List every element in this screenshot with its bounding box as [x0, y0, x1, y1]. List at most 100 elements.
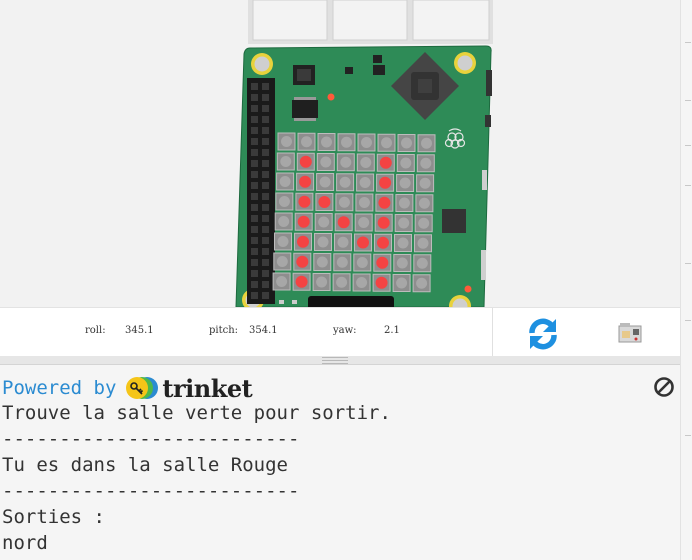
led-off [360, 157, 372, 168]
led-off [278, 196, 290, 207]
gpio-pin [262, 270, 269, 277]
console-line: -------------------------- [2, 480, 300, 502]
led-off [316, 256, 328, 268]
console-line: nord [2, 532, 48, 554]
led-off [318, 216, 330, 228]
led-lit [296, 255, 309, 268]
led-off [336, 256, 348, 268]
gpio-pin [262, 237, 269, 244]
led-lit [378, 196, 391, 209]
clear-console-button[interactable] [653, 376, 675, 398]
led-off [361, 137, 372, 148]
console-line: Trouve la salle verte pour sortir. [2, 402, 391, 424]
right-scroll-gutter [680, 0, 692, 560]
led-lit [379, 176, 392, 189]
led-off [276, 276, 288, 287]
gpio-pin [251, 105, 258, 112]
gpio-pin [251, 292, 258, 299]
led-lit [298, 195, 311, 208]
sense-hat-emulator-view[interactable] [0, 0, 680, 307]
gpio-pin [251, 182, 258, 189]
led-off [399, 177, 411, 189]
gpio-pin [262, 171, 269, 178]
gpio-pin [262, 83, 269, 90]
gpio-pin [251, 171, 258, 178]
gpio-pin [251, 160, 258, 167]
gpio-pin [251, 226, 258, 233]
gpio-pin [262, 105, 269, 112]
roll-label: roll: [85, 325, 106, 336]
splitter-grip[interactable] [322, 357, 348, 364]
gpio-pin [262, 116, 269, 123]
powered-by-text: Powered by [2, 377, 117, 399]
led-lit [337, 216, 350, 229]
gpio-pin [262, 292, 269, 299]
gpio-header [247, 78, 275, 304]
yaw-label: yaw: [333, 325, 357, 336]
led-off [319, 176, 331, 188]
led-off [336, 276, 348, 288]
led-lit [297, 235, 309, 248]
led-lit [318, 196, 331, 208]
led-off [420, 157, 432, 169]
led-off [421, 137, 432, 149]
pitch-label: pitch: [209, 325, 239, 336]
gpio-pin [262, 193, 269, 200]
led-off [400, 157, 412, 169]
refresh-button[interactable] [525, 316, 561, 352]
led-off [396, 257, 408, 269]
console-output-panel: Powered by trinket Trouve la salle verte… [0, 365, 680, 560]
console-line: Sorties : [2, 506, 105, 528]
led-off [316, 276, 328, 288]
led-off [317, 236, 329, 248]
led-off [398, 217, 410, 229]
pitch-value: 354.1 [249, 325, 278, 336]
led-lit [299, 175, 312, 188]
gpio-pin [251, 204, 258, 211]
led-off [416, 257, 428, 269]
led-off [281, 136, 292, 147]
led-off [337, 236, 349, 248]
gpio-pin [262, 226, 269, 233]
led-lit [357, 236, 369, 249]
led-off [398, 197, 410, 209]
led-off [416, 277, 428, 289]
gpio-pin [251, 83, 258, 90]
led-lit [375, 276, 388, 289]
led-off [277, 236, 289, 247]
led-lit [295, 275, 308, 288]
refresh-icon [529, 318, 557, 350]
raspberry-pi-icon [618, 323, 642, 343]
led-off [280, 156, 292, 167]
gpio-pin [262, 182, 269, 189]
led-off [401, 137, 412, 149]
led-lit [299, 155, 312, 168]
panel-splitter[interactable] [0, 356, 680, 365]
led-off [339, 176, 351, 188]
clear-console-icon [654, 377, 674, 397]
led-off [301, 136, 312, 148]
gpio-pin [262, 204, 269, 211]
led-off [278, 216, 290, 227]
gpio-pin [251, 149, 258, 156]
roll-value: 345.1 [125, 325, 154, 336]
led-off [359, 177, 371, 188]
console-line: -------------------------- [2, 428, 300, 450]
raspberry-pi-button[interactable] [616, 320, 644, 348]
gpio-pin [251, 94, 258, 101]
powered-by-trinket[interactable]: Powered by trinket [2, 374, 253, 403]
console-line: Tu es dans la salle Rouge [2, 454, 288, 476]
gpio-pin [262, 94, 269, 101]
led-lit [376, 256, 389, 269]
led-off [320, 156, 332, 168]
led-off [397, 237, 409, 249]
board-top-panels [248, 0, 493, 44]
led-off [358, 197, 370, 208]
led-off [321, 136, 332, 148]
trinket-logo[interactable]: trinket [125, 374, 253, 403]
led-lit [379, 156, 392, 169]
led-lit [377, 236, 389, 249]
led-off [276, 256, 288, 267]
console-output: Trouve la salle verte pour sortir. -----… [2, 400, 391, 556]
gpio-pin [251, 270, 258, 277]
